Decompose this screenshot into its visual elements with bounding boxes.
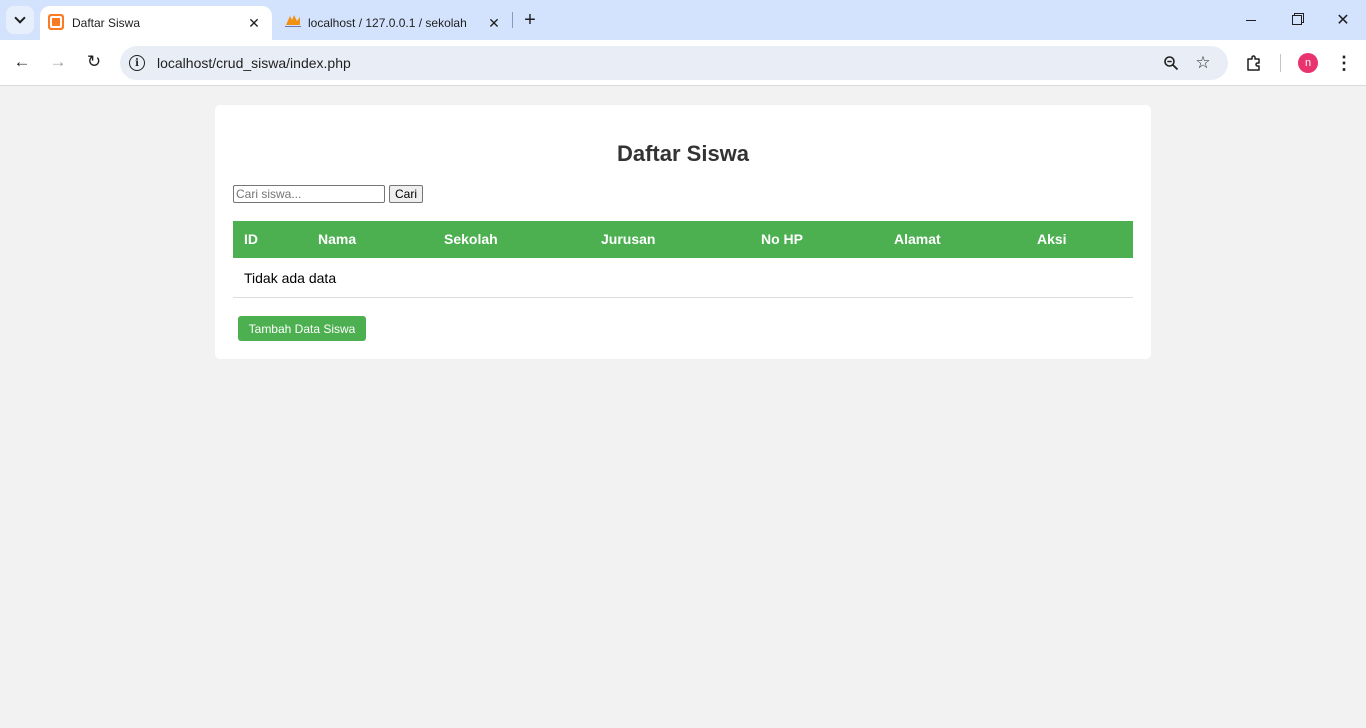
- new-tab-plus-icon[interactable]: +: [518, 8, 542, 32]
- browser-tabstrip: Daftar Siswa ✕ localhost / 127.0.0.1 / s…: [0, 0, 1366, 40]
- window-close-icon[interactable]: ✕: [1320, 0, 1366, 40]
- toolbar-divider: [1280, 54, 1281, 72]
- zoom-icon[interactable]: [1161, 53, 1181, 73]
- table-header: ID Nama Sekolah Jurusan No HP Alamat Aks…: [233, 221, 1133, 258]
- phpmyadmin-icon: [284, 14, 301, 30]
- add-student-button[interactable]: Tambah Data Siswa: [238, 316, 366, 341]
- column-header-sekolah: Sekolah: [444, 231, 498, 247]
- browser-menu-icon[interactable]: ⋮: [1332, 51, 1356, 75]
- column-header-aksi: Aksi: [1037, 231, 1067, 247]
- empty-message: Tidak ada data: [244, 270, 337, 286]
- column-header-id: ID: [244, 231, 258, 247]
- column-header-jurusan: Jurusan: [601, 231, 656, 247]
- tab-close-icon[interactable]: ✕: [244, 13, 264, 33]
- tab-search-button[interactable]: [6, 6, 34, 34]
- window-restore-icon[interactable]: [1274, 0, 1320, 40]
- column-header-nama: Nama: [318, 231, 357, 247]
- tab-daftar-siswa[interactable]: Daftar Siswa ✕: [40, 6, 272, 40]
- xampp-icon: [48, 14, 64, 30]
- tab-separator: [512, 12, 513, 28]
- table-row-empty: Tidak ada data: [233, 258, 1133, 298]
- forward-arrow-icon[interactable]: →: [43, 47, 73, 77]
- search-button[interactable]: Cari: [389, 185, 423, 203]
- tab-close-icon[interactable]: ✕: [484, 13, 504, 33]
- page-title: Daftar Siswa: [616, 141, 750, 166]
- profile-avatar[interactable]: n: [1298, 53, 1318, 73]
- window-minimize-icon[interactable]: [1228, 0, 1274, 40]
- site-info-icon[interactable]: i: [129, 55, 145, 71]
- tab-title: Daftar Siswa: [72, 16, 141, 30]
- column-header-nohp: No HP: [761, 231, 803, 247]
- column-header-alamat: Alamat: [894, 231, 941, 247]
- browser-toolbar: ← → ↻ i localhost/crud_siswa/index.php ☆…: [0, 40, 1366, 86]
- address-bar[interactable]: i localhost/crud_siswa/index.php ☆: [120, 46, 1228, 80]
- search-input[interactable]: [233, 185, 385, 203]
- main-card: Daftar Siswa Cari ID Nama Sekolah Jurusa…: [215, 105, 1151, 359]
- address-url[interactable]: localhost/crud_siswa/index.php: [157, 46, 351, 80]
- tab-phpmyadmin[interactable]: localhost / 127.0.0.1 / sekolah / ✕: [276, 6, 512, 40]
- extensions-puzzle-icon[interactable]: [1242, 51, 1266, 75]
- back-arrow-icon[interactable]: ←: [7, 47, 37, 77]
- bookmark-star-icon[interactable]: ☆: [1193, 53, 1213, 73]
- tab-title: localhost / 127.0.0.1 / sekolah /: [308, 16, 468, 30]
- reload-icon[interactable]: ↻: [79, 47, 109, 77]
